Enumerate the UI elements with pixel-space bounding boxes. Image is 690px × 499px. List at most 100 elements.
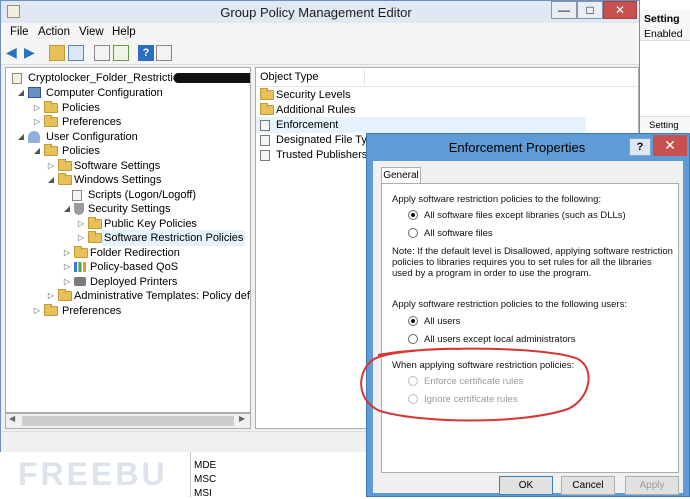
horizontal-scrollbar[interactable]: ◀ ▶: [5, 413, 251, 429]
folder-icon: [88, 217, 102, 229]
tree-item-label: Administrative Templates: Policy definit…: [74, 290, 251, 302]
tab-panel: Apply software restriction policies to t…: [381, 183, 679, 473]
console-icon[interactable]: [156, 45, 172, 61]
tree-item-label: Computer Configuration: [46, 87, 163, 99]
help-icon[interactable]: ?: [138, 45, 154, 61]
maximize-button[interactable]: □: [577, 1, 603, 19]
tree-pane: Cryptolocker_Folder_Restrictions ◢ Compu…: [5, 67, 251, 413]
expand-icon[interactable]: ▷: [76, 233, 86, 243]
expand-icon[interactable]: ▷: [32, 117, 42, 127]
back-icon[interactable]: ◀: [6, 45, 22, 61]
watermark: FREEBU: [18, 456, 168, 492]
expand-icon[interactable]: ▷: [62, 277, 72, 287]
collapse-icon[interactable]: ◢: [46, 175, 56, 185]
column-divider[interactable]: [364, 70, 365, 84]
menu-action[interactable]: Action: [38, 26, 70, 38]
properties-doc-icon: [260, 120, 270, 131]
folder-icon: [260, 103, 274, 115]
setting-header: Setting: [644, 13, 680, 25]
menu-bar: File Action View Help: [1, 23, 639, 42]
radio-all-software-files[interactable]: [408, 228, 418, 238]
list-item-selected[interactable]: Enforcement: [256, 117, 586, 133]
tree-item-label: Policy-based QoS: [90, 261, 179, 273]
radio-except-admins-label[interactable]: All users except local administrators: [424, 334, 576, 345]
section-apply-to: Apply software restriction policies to t…: [392, 194, 602, 205]
expand-icon[interactable]: ▷: [76, 219, 86, 229]
folder-icon: [58, 289, 72, 301]
collapse-icon[interactable]: ◢: [32, 146, 42, 156]
collapse-icon[interactable]: ◢: [62, 204, 72, 214]
enabled-text: Enabled: [644, 28, 683, 40]
tree-item-label: Preferences: [62, 305, 122, 317]
folder-icon: [58, 159, 72, 171]
properties-doc-icon: [260, 150, 270, 161]
menu-view[interactable]: View: [79, 26, 104, 38]
export-list-icon[interactable]: [113, 45, 129, 61]
bar-chart-icon: [74, 262, 86, 272]
collapse-icon[interactable]: ◢: [16, 132, 26, 142]
folder-icon: [88, 231, 102, 243]
properties-icon[interactable]: [94, 45, 110, 61]
scrollbar-thumb[interactable]: [22, 416, 234, 426]
show-hide-tree-icon[interactable]: [68, 45, 84, 61]
folder-icon: [260, 88, 274, 100]
collapse-icon[interactable]: ◢: [16, 88, 26, 98]
tree-item-label: Policies: [62, 145, 100, 157]
properties-doc-icon: [260, 135, 270, 146]
script-icon: [72, 190, 82, 201]
column-header[interactable]: Object Type: [256, 68, 638, 87]
list-item-label: Trusted Publishers: [276, 149, 368, 161]
dialog-title: Enforcement Properties: [448, 140, 586, 155]
menu-help[interactable]: Help: [112, 26, 136, 38]
note-text: Note: If the default level is Disallowed…: [392, 246, 673, 279]
up-folder-icon[interactable]: [49, 45, 65, 61]
scroll-left-icon[interactable]: ◀: [9, 414, 15, 423]
redaction-mark: [174, 73, 250, 83]
radio-all-users-label[interactable]: All users: [424, 316, 460, 327]
bottom-item-2: MSC: [194, 474, 217, 485]
expand-icon[interactable]: ▷: [32, 103, 42, 113]
folder-icon: [44, 144, 58, 156]
menu-file[interactable]: File: [10, 26, 29, 38]
expand-icon[interactable]: ▷: [32, 306, 42, 316]
expand-icon[interactable]: ▷: [46, 161, 56, 171]
tree-root-label: Cryptolocker_Folder_Restrictions: [28, 72, 191, 84]
radio-all-users[interactable]: [408, 316, 418, 326]
forward-icon[interactable]: ▶: [24, 45, 40, 61]
policy-document-icon: [12, 73, 22, 84]
dialog-close-button[interactable]: ✕: [653, 135, 687, 156]
expand-icon[interactable]: ▷: [62, 262, 72, 272]
folder-icon: [44, 304, 58, 316]
tree-item-label: Security Settings: [88, 203, 171, 215]
folder-icon: [44, 115, 58, 127]
user-icon: [28, 131, 40, 143]
radio-all-software-files-label[interactable]: All software files: [424, 228, 493, 239]
expand-icon[interactable]: ▷: [46, 291, 56, 301]
dialog-body: General Apply software restriction polic…: [373, 161, 683, 495]
folder-icon: [74, 246, 88, 258]
setting-header-2: Setting: [649, 120, 679, 131]
title-bar: Group Policy Management Editor — □ ✕: [1, 1, 639, 23]
close-button[interactable]: ✕: [603, 1, 637, 19]
scroll-right-icon[interactable]: ▶: [239, 414, 245, 423]
computer-icon: [28, 87, 41, 98]
ok-button[interactable]: OK: [499, 476, 553, 495]
expand-icon[interactable]: ▷: [62, 248, 72, 258]
radio-all-except-libraries[interactable]: [408, 210, 418, 220]
radio-all-except-libraries-label[interactable]: All software files except libraries (suc…: [424, 210, 626, 221]
bottom-item-3: MSI: [194, 488, 212, 499]
list-item-label: Additional Rules: [276, 104, 356, 116]
section-users: Apply software restriction policies to t…: [392, 299, 627, 310]
tree-item-label: Preferences: [62, 116, 122, 128]
shield-icon: [74, 203, 84, 215]
minimize-button[interactable]: —: [551, 1, 577, 19]
cancel-button[interactable]: Cancel: [561, 476, 615, 495]
enforcement-properties-dialog: Enforcement Properties ? ✕ General Apply…: [366, 133, 690, 497]
tree-item-label: Windows Settings: [74, 174, 162, 186]
folder-icon: [44, 101, 58, 113]
tab-general[interactable]: General: [381, 167, 421, 184]
apply-button: Apply: [625, 476, 679, 495]
radio-except-admins[interactable]: [408, 334, 418, 344]
printer-icon: [74, 277, 86, 286]
dialog-help-button[interactable]: ?: [629, 138, 651, 156]
